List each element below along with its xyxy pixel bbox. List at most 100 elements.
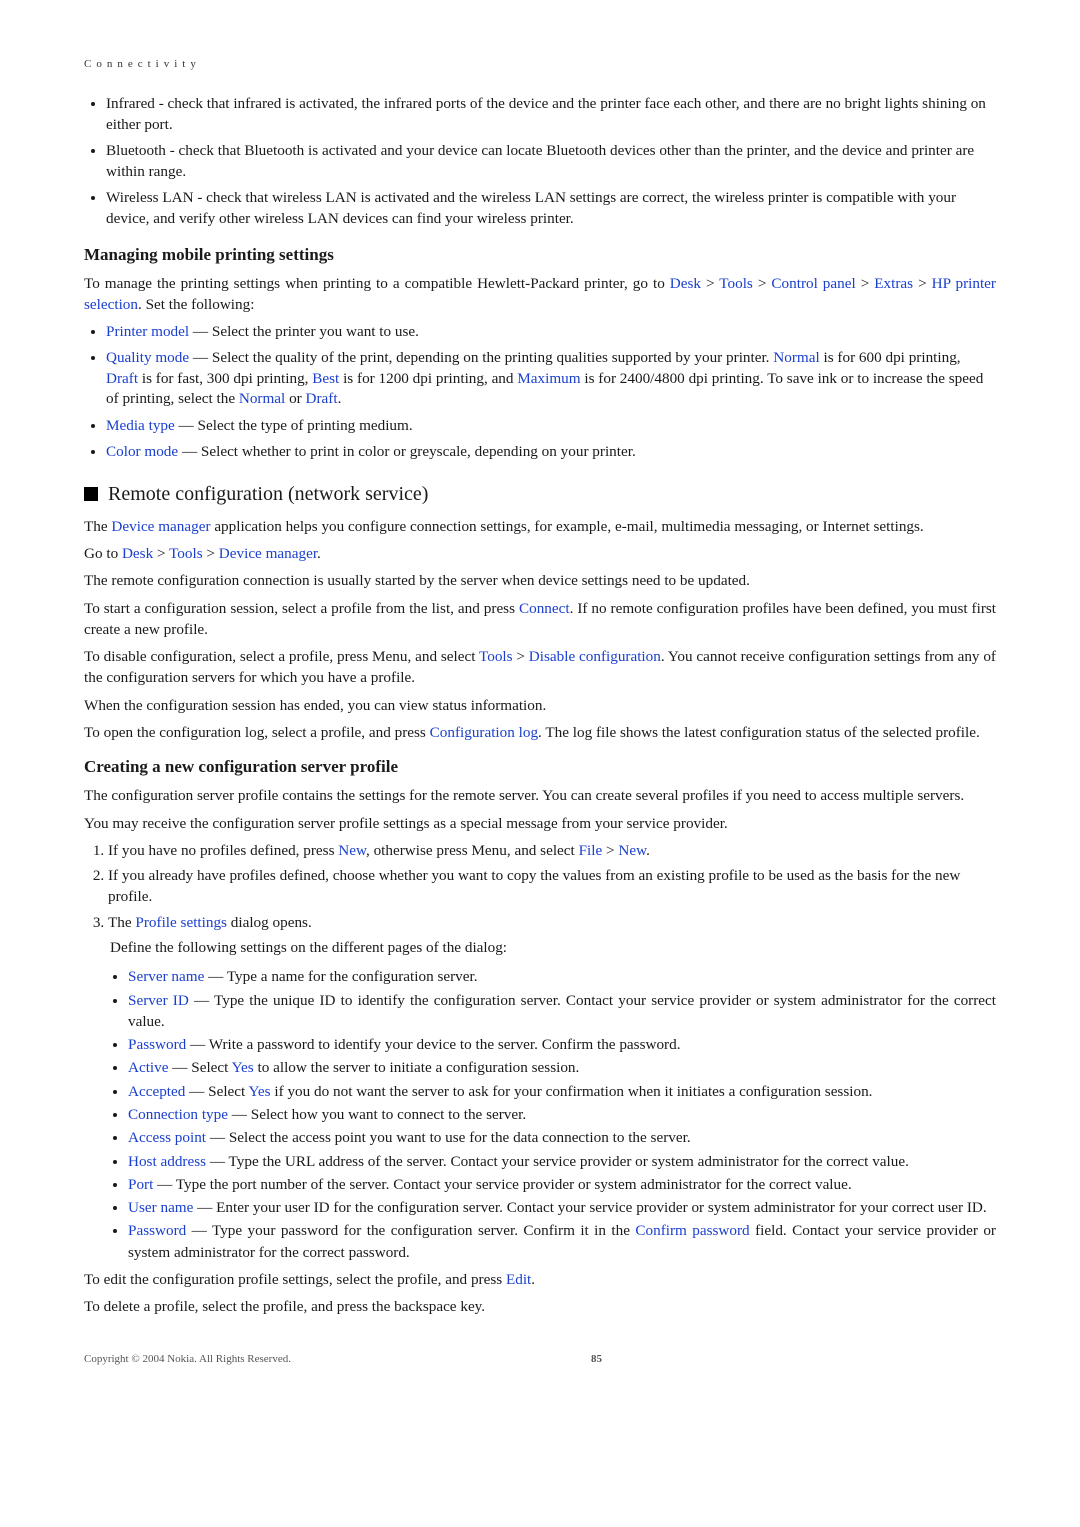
sep: >: [856, 275, 875, 292]
page-number: 85: [591, 1353, 602, 1365]
text: — Type the port number of the server. Co…: [153, 1176, 851, 1193]
body-text: When the configuration session has ended…: [84, 695, 996, 716]
list-item: Quality mode — Select the quality of the…: [106, 348, 996, 410]
sep: >: [602, 842, 618, 859]
field-label: Server ID: [128, 992, 189, 1009]
heading-remote-config: Remote configuration (network service): [84, 483, 996, 506]
text: — Select the printer you want to use.: [189, 323, 419, 340]
text: To start a configuration session, select…: [84, 600, 519, 617]
list-item: Port — Type the port number of the serve…: [128, 1174, 996, 1195]
nav-keyword: Disable configuration: [529, 648, 661, 665]
list-item: Printer model — Select the printer you w…: [106, 322, 996, 343]
field-label: Color mode: [106, 443, 178, 460]
sep: >: [913, 275, 932, 292]
text: .: [531, 1271, 535, 1288]
nav-keyword: Extras: [874, 275, 913, 292]
text: — Type your password for the configurati…: [186, 1222, 635, 1239]
sep: >: [513, 648, 529, 665]
text: To edit the configuration profile settin…: [84, 1271, 506, 1288]
text: — Type a name for the configuration serv…: [204, 968, 477, 985]
field-list: Server name — Type a name for the config…: [110, 966, 996, 1263]
body-text: To open the configuration log, select a …: [84, 722, 996, 743]
body-text: To edit the configuration profile settin…: [84, 1269, 996, 1290]
list-item: Color mode — Select whether to print in …: [106, 442, 996, 463]
kw: Maximum: [517, 370, 580, 387]
kw: Normal: [773, 349, 819, 366]
body-text: You may receive the configuration server…: [84, 813, 996, 834]
body-text: The remote configuration connection is u…: [84, 570, 996, 591]
text: is for fast, 300 dpi printing,: [138, 370, 312, 387]
text: — Type the URL address of the server. Co…: [206, 1153, 909, 1170]
copyright-text: Copyright © 2004 Nokia. All Rights Reser…: [84, 1353, 291, 1365]
kw: Profile settings: [135, 914, 227, 931]
text: To open the configuration log, select a …: [84, 724, 430, 741]
kw: Best: [312, 370, 339, 387]
text: The: [108, 914, 135, 931]
footer: Copyright © 2004 Nokia. All Rights Reser…: [84, 1353, 996, 1365]
nav-keyword: Tools: [169, 545, 203, 562]
text: — Select the access point you want to us…: [206, 1129, 691, 1146]
list-item: Password — Write a password to identify …: [128, 1034, 996, 1055]
list-item: Media type — Select the type of printing…: [106, 416, 996, 437]
text: — Select: [168, 1059, 231, 1076]
square-bullet-icon: [84, 487, 98, 501]
kw: Configuration log: [430, 724, 538, 741]
heading-create-profile: Creating a new configuration server prof…: [84, 757, 996, 777]
list-item: Wireless LAN - check that wireless LAN i…: [106, 188, 996, 229]
nav-keyword: File: [579, 842, 603, 859]
body-text: The Device manager application helps you…: [84, 516, 996, 537]
text: . Set the following:: [138, 296, 254, 313]
kw: Draft: [106, 370, 138, 387]
body-text: To start a configuration session, select…: [84, 598, 996, 641]
body-text: Go to Desk > Tools > Device manager.: [84, 543, 996, 564]
nav-keyword: Tools: [479, 648, 513, 665]
heading-managing-settings: Managing mobile printing settings: [84, 245, 996, 265]
kw: New: [338, 842, 366, 859]
text: .: [317, 545, 321, 562]
field-label: Password: [128, 1036, 186, 1053]
list-item: Infrared - check that infrared is activa…: [106, 94, 996, 135]
list-item: Accepted — Select Yes if you do not want…: [128, 1081, 996, 1102]
text: . The log file shows the latest configur…: [538, 724, 980, 741]
text: if you do not want the server to ask for…: [271, 1083, 873, 1100]
field-label: Printer model: [106, 323, 189, 340]
list-item: Server ID — Type the unique ID to identi…: [128, 990, 996, 1033]
field-label: Accepted: [128, 1083, 185, 1100]
text: — Select: [185, 1083, 248, 1100]
field-label: Quality mode: [106, 349, 189, 366]
step-item: If you already have profiles defined, ch…: [108, 865, 996, 908]
text: — Type the unique ID to identify the con…: [128, 992, 996, 1030]
list-item: Server name — Type a name for the config…: [128, 966, 996, 987]
nav-keyword: Desk: [122, 545, 153, 562]
sep: >: [153, 545, 169, 562]
text: or: [285, 390, 305, 407]
text: is for 600 dpi printing,: [820, 349, 961, 366]
field-label: Password: [128, 1222, 186, 1239]
kw: Yes: [232, 1059, 254, 1076]
list-item: Host address — Type the URL address of t…: [128, 1151, 996, 1172]
text: dialog opens.: [227, 914, 312, 931]
list-item: Access point — Select the access point y…: [128, 1127, 996, 1148]
step-item: If you have no profiles defined, press N…: [108, 840, 996, 861]
text: If you have no profiles defined, press: [108, 842, 338, 859]
text: — Select the quality of the print, depen…: [189, 349, 773, 366]
field-label: Host address: [128, 1153, 206, 1170]
field-label: Active: [128, 1059, 168, 1076]
settings-list: Printer model — Select the printer you w…: [84, 322, 996, 463]
field-label: Connection type: [128, 1106, 228, 1123]
kw: Draft: [306, 390, 338, 407]
chapter-label: Connectivity: [84, 58, 996, 70]
text: is for 1200 dpi printing, and: [339, 370, 517, 387]
text: To manage the printing settings when pri…: [84, 275, 670, 292]
steps-list: If you have no profiles defined, press N…: [84, 840, 996, 933]
body-text: To disable configuration, select a profi…: [84, 646, 996, 689]
nav-keyword: Tools: [719, 275, 753, 292]
field-label: Port: [128, 1176, 153, 1193]
kw: Confirm password: [635, 1222, 749, 1239]
sep: >: [701, 275, 719, 292]
body-text: To manage the printing settings when pri…: [84, 273, 996, 316]
list-item: Active — Select Yes to allow the server …: [128, 1057, 996, 1078]
nav-keyword: Control panel: [771, 275, 855, 292]
nav-keyword: Device manager: [219, 545, 317, 562]
text: — Select how you want to connect to the …: [228, 1106, 526, 1123]
